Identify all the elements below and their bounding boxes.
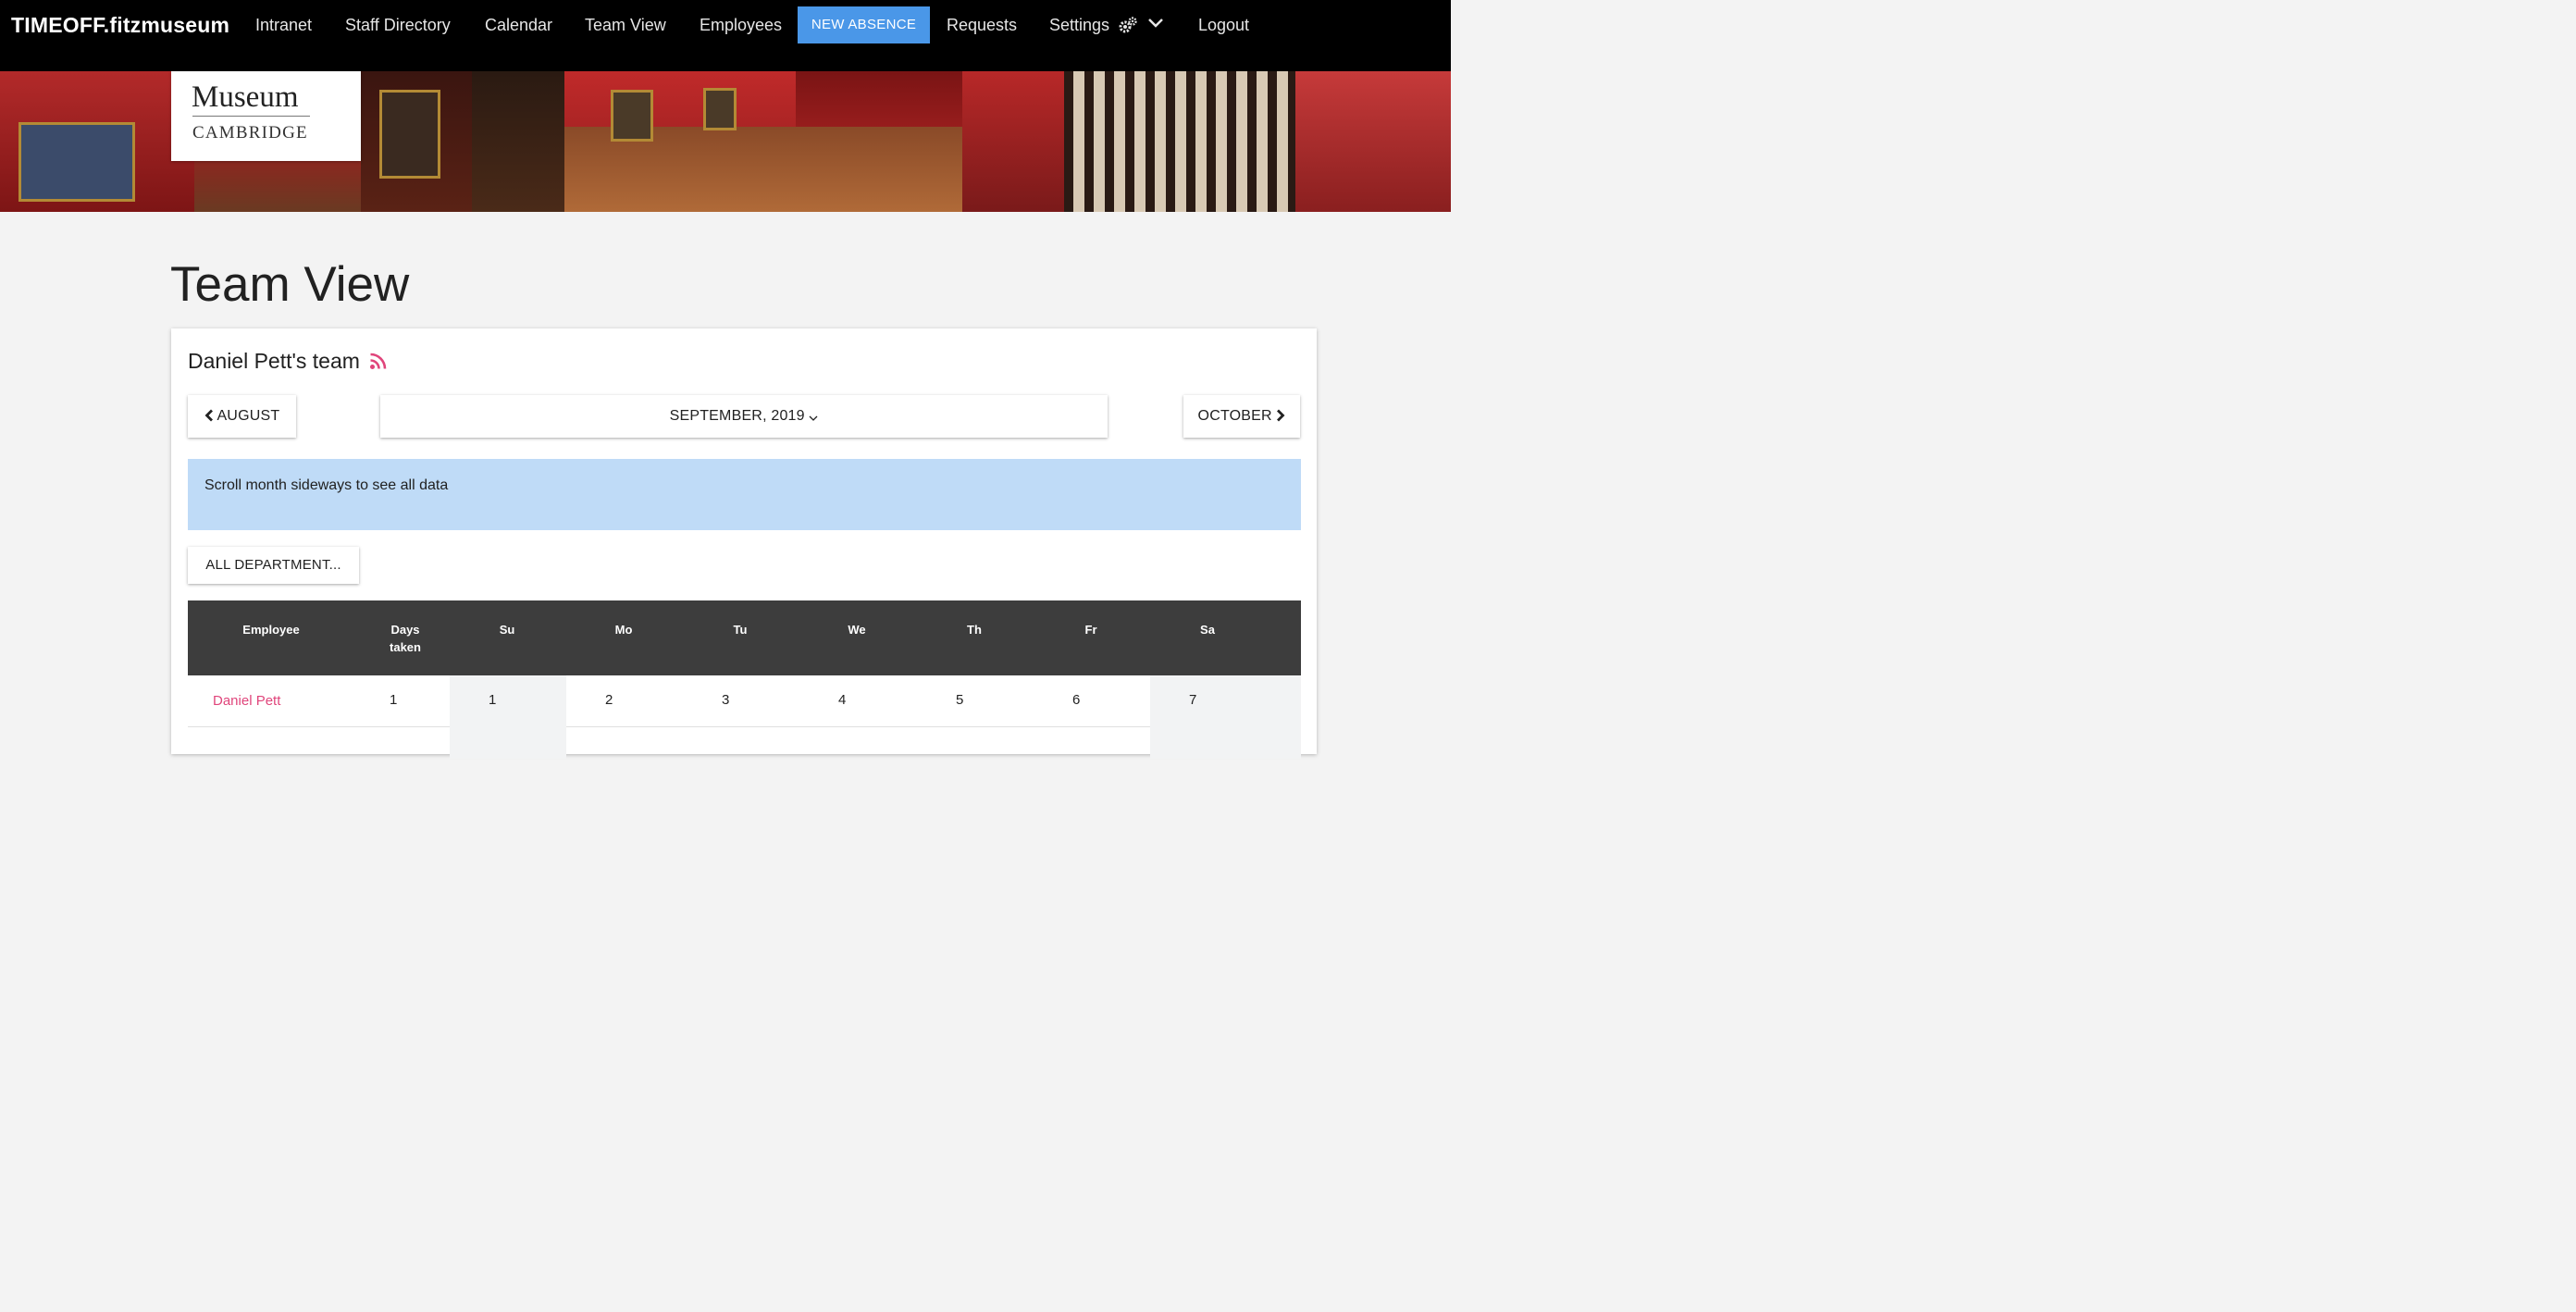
nav-requests[interactable]: Requests	[947, 13, 1017, 37]
brand-suffix: .fitzmuseum	[103, 13, 230, 37]
column-header-su: Su	[499, 623, 515, 637]
team-title: Daniel Pett's team	[188, 347, 388, 375]
page-title: Team View	[170, 257, 410, 312]
nav-team-view[interactable]: Team View	[585, 13, 666, 37]
date-cell-7[interactable]: 7	[1189, 692, 1196, 708]
team-title-text: Daniel Pett's team	[188, 349, 360, 373]
nav-logout[interactable]: Logout	[1198, 13, 1249, 37]
museum-banner-image: Museum CAMBRIDGE	[0, 71, 1451, 212]
date-cell-4[interactable]: 4	[838, 692, 846, 708]
column-header-days-taken-line2: taken	[390, 640, 421, 654]
new-absence-button[interactable]: NEW ABSENCE	[798, 6, 930, 43]
column-header-we: We	[848, 623, 866, 637]
date-cell-6[interactable]: 6	[1072, 692, 1080, 708]
next-month-button[interactable]: OCTOBER	[1183, 395, 1300, 438]
logo-divider	[192, 116, 310, 117]
brand-logo[interactable]: TIMEOFF.fitzmuseum	[11, 11, 229, 39]
chevron-down-icon[interactable]	[1147, 17, 1164, 30]
nav-employees[interactable]: Employees	[700, 13, 782, 37]
table-row: Daniel Pett 1 1 2 3 4 5 6 7	[188, 675, 1301, 759]
top-navbar: TIMEOFF.fitzmuseum Intranet Staff Direct…	[0, 0, 1451, 71]
weekend-cell-sa	[1150, 675, 1301, 759]
info-alert: Scroll month sideways to see all data	[188, 459, 1301, 530]
team-table-header: Employee Days taken Su Mo Tu We Th Fr Sa	[188, 600, 1301, 675]
logo-subtitle: CAMBRIDGE	[192, 123, 308, 142]
column-header-employee: Employee	[242, 623, 300, 637]
gears-icon	[1119, 17, 1137, 33]
brand-main: TIMEOFF	[11, 13, 104, 37]
date-cell-1[interactable]: 1	[489, 692, 496, 708]
logo-title: Museum	[192, 80, 299, 114]
next-month-label: OCTOBER	[1197, 408, 1272, 424]
chevron-down-icon	[809, 415, 818, 421]
rss-feed-icon[interactable]	[369, 352, 388, 370]
nav-intranet[interactable]: Intranet	[255, 13, 312, 37]
month-selector[interactable]: SEPTEMBER, 2019	[380, 395, 1108, 438]
column-header-days-taken-line1: Days	[390, 623, 420, 637]
department-filter-button[interactable]: ALL DEPARTMENT...	[188, 547, 359, 584]
museum-logo: Museum CAMBRIDGE	[171, 71, 361, 161]
employee-name-link[interactable]: Daniel Pett	[213, 693, 280, 709]
column-header-days-taken: Days taken	[368, 621, 442, 656]
date-cell-5[interactable]: 5	[956, 692, 963, 708]
team-view-card: Daniel Pett's team AUGUST SEPTEMBER, 201…	[171, 328, 1317, 759]
nav-settings[interactable]: Settings	[1049, 13, 1138, 37]
previous-month-label: AUGUST	[217, 408, 280, 424]
date-cell-2[interactable]: 2	[605, 692, 613, 708]
info-alert-text: Scroll month sideways to see all data	[204, 477, 449, 493]
date-cell-3[interactable]: 3	[722, 692, 729, 708]
column-header-th: Th	[967, 623, 982, 637]
days-taken-value: 1	[390, 692, 398, 708]
chevron-left-icon	[204, 409, 213, 422]
weekend-cell-su	[450, 675, 566, 759]
column-header-sa: Sa	[1200, 623, 1215, 637]
previous-month-button[interactable]: AUGUST	[188, 395, 296, 438]
nav-calendar[interactable]: Calendar	[485, 13, 552, 37]
current-month-label: SEPTEMBER, 2019	[669, 408, 805, 424]
column-header-mo: Mo	[614, 623, 633, 637]
column-header-tu: Tu	[733, 623, 748, 637]
nav-staff-directory[interactable]: Staff Directory	[345, 13, 451, 37]
chevron-right-icon	[1277, 409, 1285, 422]
column-header-fr: Fr	[1084, 623, 1097, 637]
nav-settings-label: Settings	[1049, 16, 1110, 34]
